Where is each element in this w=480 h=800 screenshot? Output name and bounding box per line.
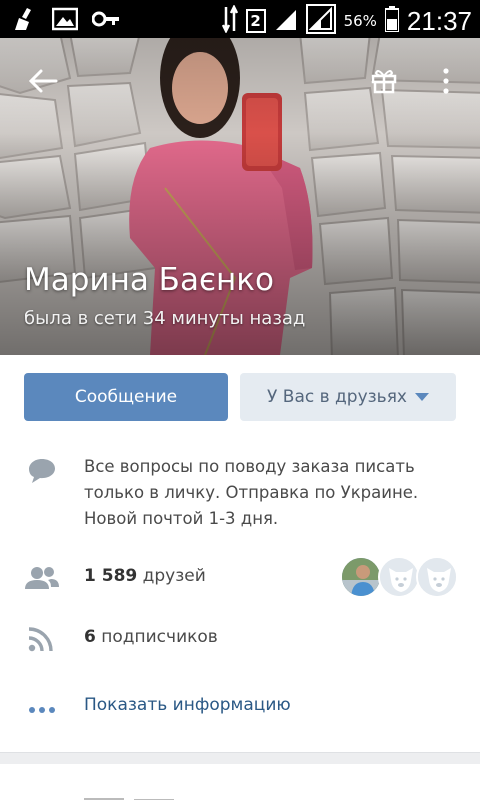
profile-name: Марина Баєнко <box>24 262 274 298</box>
battery-icon <box>383 6 400 36</box>
key-icon <box>91 9 120 33</box>
image-icon <box>51 7 79 35</box>
last-seen-status: была в сети 34 минуты назад <box>24 308 306 329</box>
followers-link[interactable]: 6 подписчиков <box>84 627 218 647</box>
show-info-link[interactable]: Показать информацию <box>84 695 291 715</box>
chevron-down-icon <box>414 393 429 401</box>
message-button[interactable]: Сообщение <box>24 373 228 421</box>
friends-icon <box>24 565 60 595</box>
followers-label: подписчиков <box>101 627 218 647</box>
battery-percent: 56% <box>343 12 377 30</box>
signal-icon <box>305 4 336 38</box>
next-section-peek <box>24 790 184 800</box>
mutual-friends-avatars[interactable] <box>340 556 458 600</box>
followers-count: 6 <box>84 627 96 647</box>
data-arrows-icon <box>221 4 238 37</box>
more-vertical-icon[interactable] <box>438 66 454 96</box>
friends-button-label: У Вас в друзьях <box>267 387 407 407</box>
avatar-placeholder-dog-icon <box>378 556 420 598</box>
friends-label: друзей <box>142 566 206 586</box>
friends-link[interactable]: 1 589 друзей <box>84 566 206 586</box>
clock: 21:37 <box>406 5 472 36</box>
status-bar: 2 56% 21:37 <box>0 0 480 38</box>
profile-status-text: Все вопросы по поводу заказа писать толь… <box>84 457 419 528</box>
message-button-label: Сообщение <box>74 387 178 407</box>
speech-bubble-icon <box>28 456 56 488</box>
back-arrow-icon[interactable] <box>26 64 60 98</box>
signal-icon <box>274 6 298 36</box>
cleanup-icon <box>12 6 38 36</box>
avatar <box>340 556 382 598</box>
gift-icon[interactable] <box>370 66 398 94</box>
friends-count: 1 589 <box>84 566 138 586</box>
avatar-placeholder-dog-icon <box>416 556 458 598</box>
profile-cover: Марина Баєнко была в сети 34 минуты наза… <box>0 38 480 355</box>
ellipsis-icon <box>28 700 56 719</box>
section-divider <box>0 752 480 764</box>
friends-status-button[interactable]: У Вас в друзьях <box>240 373 456 421</box>
sim-slot-badge: 2 <box>245 9 266 33</box>
rss-icon <box>28 626 54 656</box>
